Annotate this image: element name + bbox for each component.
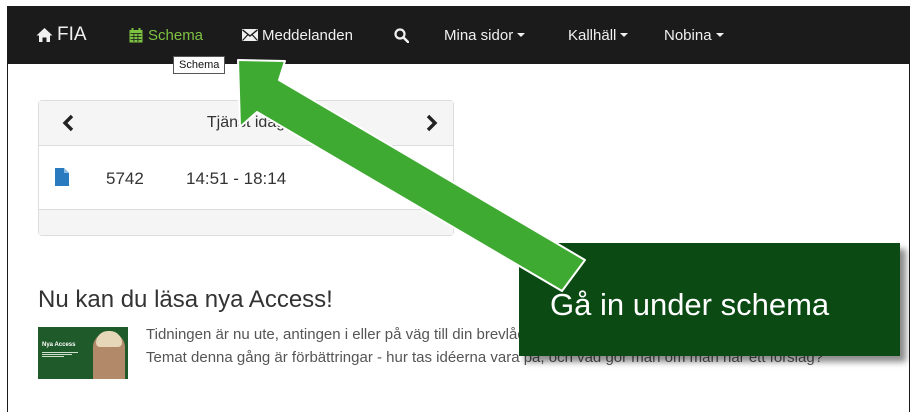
shift-panel: Tjänst idag 5742 14:51 - 18:14 (38, 100, 454, 236)
nav-nobina-label: Nobina (664, 26, 712, 44)
top-navbar: FIA Schema Meddelanden Mina sidor Kallhä… (8, 6, 909, 64)
chevron-left-icon[interactable] (59, 113, 79, 133)
document-icon (55, 168, 69, 186)
access-magazine-thumbnail[interactable]: Nya Access (38, 327, 128, 379)
app-window: FIA Schema Meddelanden Mina sidor Kallhä… (7, 6, 910, 412)
schema-tooltip: Schema (173, 56, 226, 74)
nav-messages[interactable]: Meddelanden (242, 6, 353, 64)
nav-nobina-dropdown[interactable]: Nobina (664, 6, 724, 64)
brand-home-link[interactable]: FIA (36, 6, 87, 64)
news-title: Nu kan du läsa nya Access! (38, 286, 333, 313)
nav-kallhall-label: Kallhäll (568, 26, 617, 44)
instruction-callout: Gå in under schema (519, 243, 900, 356)
nav-kallhall-dropdown[interactable]: Kallhäll (568, 6, 629, 64)
shift-panel-header: Tjänst idag (39, 101, 453, 146)
home-icon (36, 28, 53, 42)
caret-down-icon (715, 33, 724, 37)
shift-panel-footer (39, 210, 453, 235)
brand-label: FIA (57, 24, 87, 45)
shift-number: 5742 (106, 169, 144, 188)
shift-time: 14:51 - 18:14 (186, 169, 287, 188)
nav-search[interactable] (394, 6, 409, 64)
shift-row[interactable]: 5742 14:51 - 18:14 (39, 146, 453, 210)
callout-text: Gå in under schema (550, 287, 830, 322)
caret-down-icon (620, 33, 629, 37)
nav-mina-sidor-dropdown[interactable]: Mina sidor (444, 6, 526, 64)
thumbnail-subtitle-lines (42, 351, 82, 358)
nav-mina-sidor-label: Mina sidor (444, 26, 514, 44)
nav-schema-label: Schema (148, 26, 204, 44)
caret-down-icon (517, 33, 526, 37)
nav-messages-label: Meddelanden (262, 26, 353, 44)
envelope-icon (242, 29, 258, 41)
search-icon (394, 27, 409, 43)
chevron-right-icon[interactable] (421, 113, 441, 133)
thumbnail-title: Nya Access (42, 342, 76, 348)
calendar-icon (129, 27, 143, 42)
shift-panel-title: Tjänst idag (206, 114, 286, 131)
thumbnail-person-hair (96, 331, 122, 347)
